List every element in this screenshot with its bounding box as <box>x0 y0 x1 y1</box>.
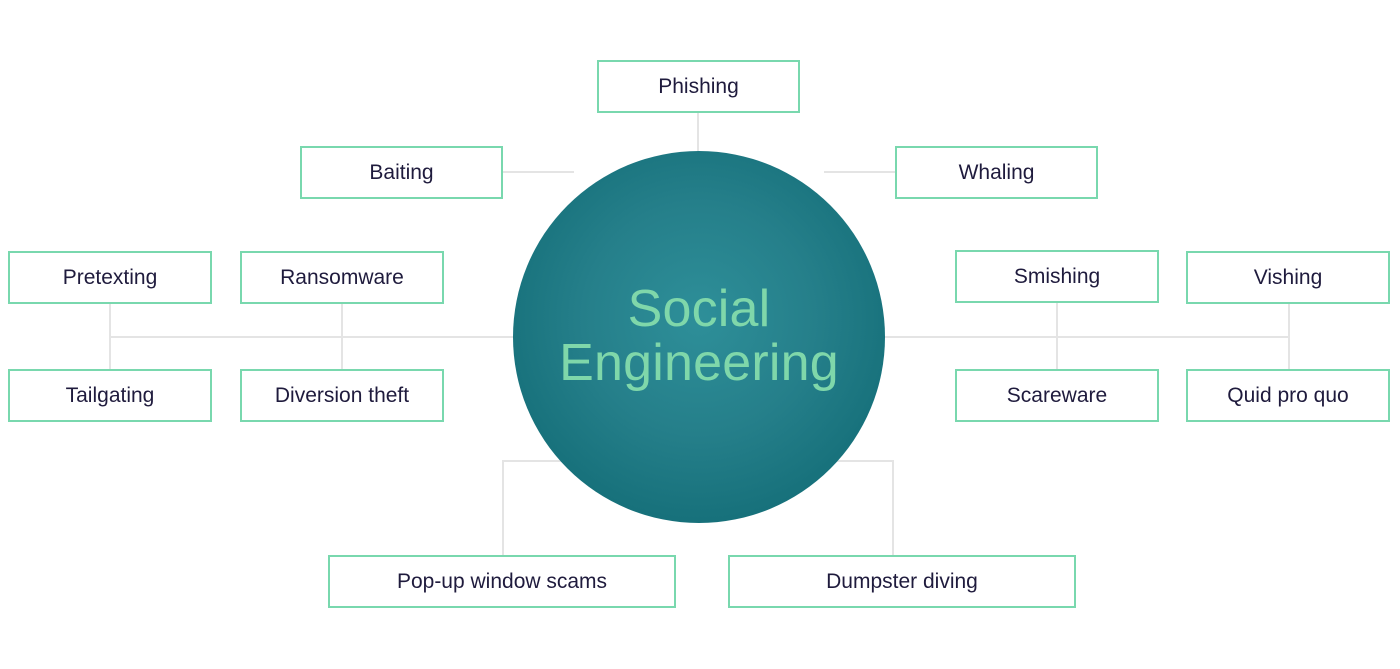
node-dumpster-diving[interactable]: Dumpster diving <box>728 555 1076 608</box>
node-tailgating[interactable]: Tailgating <box>8 369 212 422</box>
central-hub: Social Engineering <box>513 151 885 523</box>
connector-scareware <box>1056 336 1058 369</box>
node-label-diversion-theft: Diversion theft <box>274 384 410 407</box>
node-label-quid-pro-quo: Quid pro quo <box>1227 384 1349 407</box>
connector-baiting <box>502 171 574 173</box>
node-scareware[interactable]: Scareware <box>955 369 1159 422</box>
connector-left-spine <box>109 336 539 338</box>
node-label-ransomware: Ransomware <box>280 266 404 289</box>
node-quid-pro-quo[interactable]: Quid pro quo <box>1186 369 1390 422</box>
node-ransomware[interactable]: Ransomware <box>240 251 444 304</box>
connector-whaling <box>824 171 896 173</box>
node-label-dumpster-diving: Dumpster diving <box>826 570 978 593</box>
node-smishing[interactable]: Smishing <box>955 250 1159 303</box>
connector-ransomware <box>341 304 343 337</box>
node-pretexting[interactable]: Pretexting <box>8 251 212 304</box>
node-baiting[interactable]: Baiting <box>300 146 503 199</box>
node-label-pretexting: Pretexting <box>62 266 158 289</box>
diagram-canvas: Social Engineering Phishing Baiting Whal… <box>0 0 1400 669</box>
node-label-phishing: Phishing <box>658 75 739 98</box>
node-vishing[interactable]: Vishing <box>1186 251 1390 304</box>
node-label-scareware: Scareware <box>1006 384 1108 407</box>
node-label-vishing: Vishing <box>1253 266 1323 289</box>
node-label-whaling: Whaling <box>958 161 1035 184</box>
central-hub-label: Social Engineering <box>559 280 839 392</box>
node-label-tailgating: Tailgating <box>65 384 155 407</box>
node-label-baiting: Baiting <box>369 161 434 184</box>
connector-quid-pro-quo <box>1288 336 1290 369</box>
node-phishing[interactable]: Phishing <box>597 60 800 113</box>
node-label-popup-window-scams: Pop-up window scams <box>396 570 608 593</box>
connector-vishing <box>1288 304 1290 337</box>
node-diversion-theft[interactable]: Diversion theft <box>240 369 444 422</box>
node-whaling[interactable]: Whaling <box>895 146 1098 199</box>
connector-smishing <box>1056 302 1058 337</box>
node-popup-window-scams[interactable]: Pop-up window scams <box>328 555 676 608</box>
connector-dumpster-diving <box>892 460 894 556</box>
connector-pretexting <box>109 304 111 337</box>
connector-diversion-theft <box>341 336 343 369</box>
connector-popup-window-scams <box>502 460 504 556</box>
connector-tailgating <box>109 336 111 369</box>
node-label-smishing: Smishing <box>1013 265 1101 288</box>
connector-right-spine <box>860 336 1290 338</box>
